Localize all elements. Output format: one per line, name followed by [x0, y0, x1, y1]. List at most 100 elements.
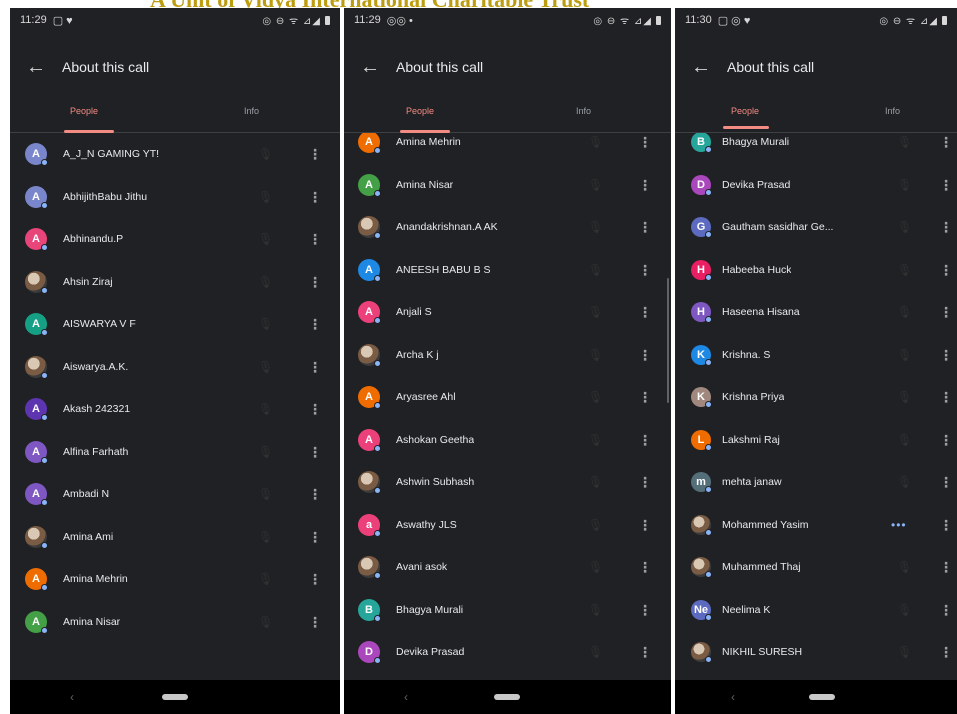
participant-row[interactable]: G Gautham sasidhar Ge... ⋮ — [675, 206, 957, 248]
participant-row[interactable]: A Ashokan Geetha ⋮ — [344, 419, 671, 461]
participant-row[interactable]: A Alfina Farhath ⋮ — [10, 431, 340, 473]
more-options-icon[interactable]: ⋮ — [308, 275, 322, 289]
participant-row[interactable]: Ashwin Subhash ⋮ — [344, 461, 671, 503]
participant-row[interactable]: a Aswathy JLS ⋮ — [344, 504, 671, 546]
participant-list[interactable]: AAmina Mehrin⋮AAmina Nisar⋮Anandakrishna… — [344, 133, 671, 680]
more-options-icon[interactable]: ⋮ — [308, 530, 322, 544]
participant-row[interactable]: D Devika Prasad ⋮ — [344, 631, 671, 673]
participant-row[interactable]: NIKHIL SURESH ⋮ — [675, 631, 957, 673]
more-options-icon[interactable]: ⋮ — [939, 518, 953, 532]
more-options-icon[interactable]: ⋮ — [308, 487, 322, 501]
more-options-icon[interactable]: ⋮ — [939, 390, 953, 404]
more-options-icon[interactable]: ⋮ — [308, 147, 322, 161]
nav-home-pill[interactable] — [494, 694, 520, 700]
participant-row[interactable]: A AbhijithBabu Jithu ⋮ — [10, 176, 340, 218]
participant-row[interactable]: A Amina Mehrin ⋮ — [10, 558, 340, 600]
participant-row[interactable]: B Bhagya Murali ⋮ — [675, 133, 957, 163]
participant-row[interactable]: A Ambadi N ⋮ — [10, 473, 340, 515]
avatar-initial: H — [697, 306, 705, 318]
more-options-icon[interactable]: ⋮ — [939, 433, 953, 447]
participant-row[interactable]: A Aryasree Ahl ⋮ — [344, 376, 671, 418]
more-options-icon[interactable]: ⋮ — [638, 305, 652, 319]
more-options-icon[interactable]: ⋮ — [939, 220, 953, 234]
participant-row[interactable]: A Abhinandu.P ⋮ — [10, 218, 340, 260]
nav-home-pill[interactable] — [809, 694, 835, 700]
more-options-icon[interactable]: ⋮ — [638, 433, 652, 447]
participant-row[interactable]: A ANEESH BABU B S ⋮ — [344, 249, 671, 291]
more-options-icon[interactable]: ⋮ — [638, 178, 652, 192]
nav-back-icon[interactable]: ‹ — [404, 690, 408, 704]
notification-icons: ◎◎ • — [386, 14, 413, 27]
more-options-icon[interactable]: ⋮ — [308, 317, 322, 331]
more-options-icon[interactable]: ⋮ — [308, 572, 322, 586]
participant-row[interactable]: Mohammed Yasim ••• ⋮ — [675, 504, 957, 546]
tab-people[interactable]: People — [70, 106, 98, 116]
tab-info[interactable]: Info — [244, 106, 259, 116]
nav-back-icon[interactable]: ‹ — [70, 690, 74, 704]
participant-row[interactable]: Amina Ami ⋮ — [10, 516, 340, 558]
more-options-icon[interactable]: ⋮ — [308, 445, 322, 459]
more-options-icon[interactable]: ⋮ — [939, 305, 953, 319]
participant-row[interactable]: A Amina Nisar ⋮ — [10, 601, 340, 643]
more-options-icon[interactable]: ⋮ — [638, 645, 652, 659]
more-options-icon[interactable]: ⋮ — [939, 135, 953, 149]
participant-row[interactable]: A AISWARYA V F ⋮ — [10, 303, 340, 345]
more-options-icon[interactable]: ⋮ — [939, 348, 953, 362]
more-options-icon[interactable]: ⋮ — [308, 402, 322, 416]
participant-row[interactable]: K Krishna. S ⋮ — [675, 334, 957, 376]
tab-people[interactable]: People — [731, 106, 759, 116]
participant-row[interactable]: Muhammed Thaj ⋮ — [675, 546, 957, 588]
more-options-icon[interactable]: ⋮ — [638, 263, 652, 277]
more-options-icon[interactable]: ⋮ — [308, 190, 322, 204]
participant-row[interactable]: A A_J_N GAMING YT! ⋮ — [10, 133, 340, 175]
scrollbar[interactable] — [667, 278, 669, 403]
more-options-icon[interactable]: ⋮ — [638, 220, 652, 234]
participant-name: Akash 242321 — [63, 403, 131, 415]
participant-row[interactable]: Aiswarya.A.K. ⋮ — [10, 346, 340, 388]
participant-row[interactable]: D Devika Prasad ⋮ — [675, 164, 957, 206]
participant-row[interactable]: m mehta janaw ⋮ — [675, 461, 957, 503]
back-arrow-icon[interactable]: ← — [675, 56, 727, 79]
participant-row[interactable]: B Bhagya Murali ⋮ — [344, 589, 671, 631]
participant-row[interactable]: Archa K j ⋮ — [344, 334, 671, 376]
more-options-icon[interactable]: ⋮ — [308, 615, 322, 629]
more-options-icon[interactable]: ⋮ — [638, 603, 652, 617]
participant-row[interactable]: A Amina Nisar ⋮ — [344, 164, 671, 206]
more-options-icon[interactable]: ⋮ — [638, 560, 652, 574]
back-arrow-icon[interactable]: ← — [344, 56, 396, 79]
participant-row[interactable]: Ahsin Ziraj ⋮ — [10, 261, 340, 303]
more-options-icon[interactable]: ⋮ — [939, 178, 953, 192]
participant-row[interactable]: A Anjali S ⋮ — [344, 291, 671, 333]
more-options-icon[interactable]: ⋮ — [308, 232, 322, 246]
more-options-icon[interactable]: ⋮ — [939, 560, 953, 574]
participant-row[interactable]: Ne Neelima K ⋮ — [675, 589, 957, 631]
participant-row[interactable]: K Krishna Priya ⋮ — [675, 376, 957, 418]
more-options-icon[interactable]: ⋮ — [638, 475, 652, 489]
nav-home-pill[interactable] — [162, 694, 188, 700]
participant-row[interactable]: H Haseena Hisana ⋮ — [675, 291, 957, 333]
more-options-icon[interactable]: ⋮ — [308, 360, 322, 374]
more-options-icon[interactable]: ⋮ — [638, 348, 652, 362]
more-options-icon[interactable]: ⋮ — [939, 603, 953, 617]
participant-row[interactable]: L Lakshmi Raj ⋮ — [675, 419, 957, 461]
more-options-icon[interactable]: ⋮ — [939, 475, 953, 489]
more-options-icon[interactable]: ⋮ — [638, 135, 652, 149]
participant-row[interactable]: H Habeeba Huck ⋮ — [675, 249, 957, 291]
participant-row[interactable]: Avani asok ⋮ — [344, 546, 671, 588]
tab-people[interactable]: People — [406, 106, 434, 116]
participant-list[interactable]: AA_J_N GAMING YT!⋮AAbhijithBabu Jithu⋮AA… — [10, 133, 340, 680]
nav-back-icon[interactable]: ‹ — [731, 690, 735, 704]
participant-row[interactable]: A Akash 242321 ⋮ — [10, 388, 340, 430]
tab-info[interactable]: Info — [885, 106, 900, 116]
tab-info[interactable]: Info — [576, 106, 591, 116]
participant-row[interactable]: Anandakrishnan.A AK ⋮ — [344, 206, 671, 248]
participant-row[interactable]: A Amina Mehrin ⋮ — [344, 133, 671, 163]
more-options-icon[interactable]: ⋮ — [939, 263, 953, 277]
more-options-icon[interactable]: ⋮ — [638, 518, 652, 532]
participant-name: Amina Mehrin — [396, 136, 461, 148]
more-options-icon[interactable]: ⋮ — [939, 645, 953, 659]
participant-list[interactable]: B Bhagya Murali ⋮ D Devika Prasad ⋮ G Gautham s… — [675, 133, 957, 680]
mic-off-icon — [258, 487, 273, 501]
more-options-icon[interactable]: ⋮ — [638, 390, 652, 404]
back-arrow-icon[interactable]: ← — [10, 56, 62, 79]
